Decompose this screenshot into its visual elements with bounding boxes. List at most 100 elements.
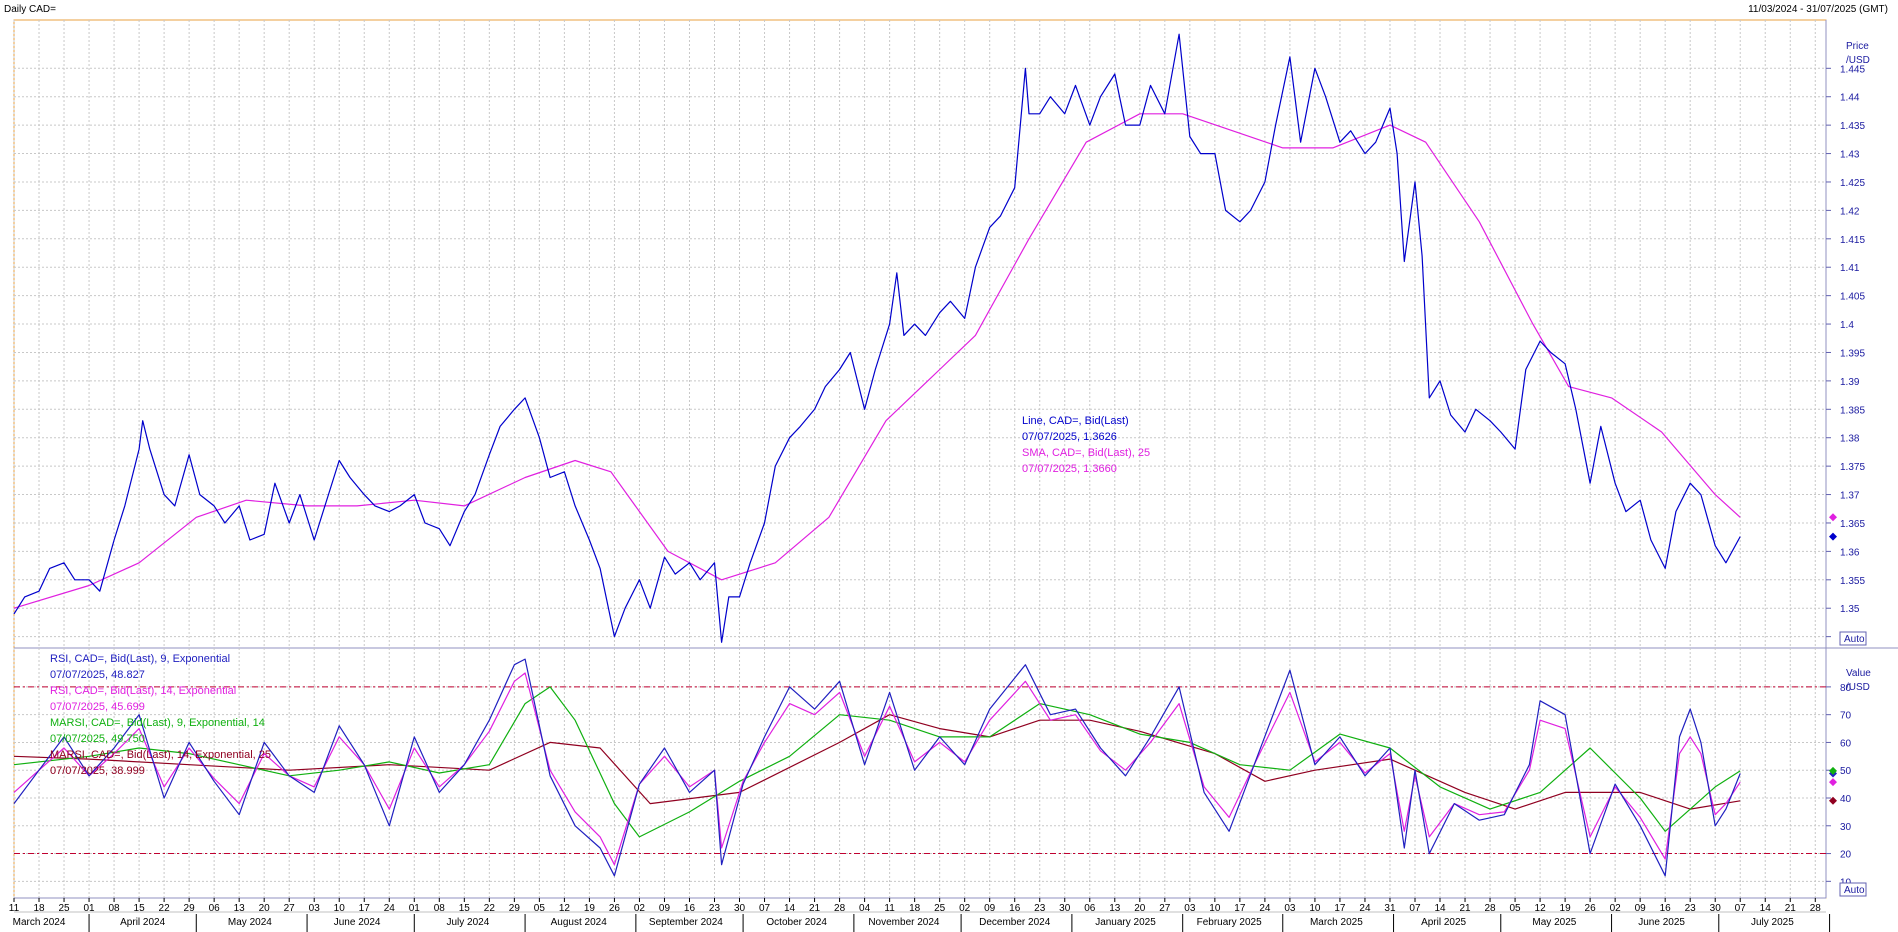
- price-tick-label: 1.38: [1840, 434, 1860, 445]
- date-tick-label: 10: [1309, 903, 1321, 914]
- date-tick-label: 25: [58, 903, 70, 914]
- date-tick-label: 18: [33, 903, 45, 914]
- sma-last-marker: [1829, 513, 1837, 522]
- month-label: December 2024: [979, 917, 1051, 928]
- rsi-legend-entry: MARSI, CAD=, Bid(Last), 14, Exponential,…: [50, 749, 271, 761]
- price-tick-label: 1.415: [1840, 235, 1865, 246]
- rsi-legend-entry: RSI, CAD=, Bid(Last), 9, Exponential: [50, 653, 230, 665]
- price-tick-label: 1.395: [1840, 348, 1865, 359]
- date-tick-label: 22: [484, 903, 496, 914]
- price-tick-label: 1.35: [1840, 604, 1860, 615]
- date-tick-label: 21: [809, 903, 821, 914]
- rsi-axis-ticks: 1020304050607080: [1826, 683, 1852, 888]
- date-axis-ticks: 11 18 25 01 08 15 22 29 06 13 20 27 03 10 17 24 01 08 15 22…: [9, 898, 1831, 932]
- price-auto-button[interactable]: Auto: [1839, 631, 1867, 646]
- date-tick-label: 03: [1184, 903, 1196, 914]
- price-tick-label: 1.39: [1840, 377, 1860, 388]
- price-axis-unit: /USD: [1846, 55, 1870, 66]
- date-tick-label: 27: [284, 903, 296, 914]
- month-label: May 2025: [1532, 917, 1576, 928]
- price-tick-label: 1.37: [1840, 491, 1860, 502]
- date-tick-label: 16: [1009, 903, 1021, 914]
- rsi-tick-label: 70: [1840, 711, 1852, 722]
- rsi-auto-button[interactable]: Auto: [1839, 882, 1867, 897]
- price-tick-label: 1.385: [1840, 405, 1865, 416]
- date-tick-label: 20: [1134, 903, 1146, 914]
- date-tick-label: 10: [334, 903, 346, 914]
- date-tick-label: 08: [434, 903, 446, 914]
- date-tick-label: 28: [1484, 903, 1496, 914]
- date-tick-label: 04: [859, 903, 871, 914]
- rsi-legend-entry: 07/07/2025, 48.827: [50, 669, 145, 681]
- price-tick-label: 1.4: [1840, 320, 1854, 331]
- month-label: August 2024: [551, 917, 608, 928]
- date-tick-label: 16: [684, 903, 696, 914]
- date-tick-label: 08: [109, 903, 121, 914]
- date-tick-label: 28: [834, 903, 846, 914]
- rsi-legend-entry: RSI, CAD=, Bid(Last), 14, Exponential: [50, 685, 236, 697]
- rsi-tick-label: 30: [1840, 822, 1852, 833]
- price-grid: [13, 20, 1826, 648]
- price-tick-label: 1.425: [1840, 178, 1865, 189]
- date-tick-label: 26: [609, 903, 621, 914]
- date-tick-label: 06: [209, 903, 221, 914]
- date-tick-label: 22: [159, 903, 171, 914]
- month-label: June 2025: [1638, 917, 1685, 928]
- date-tick-label: 02: [959, 903, 971, 914]
- date-tick-label: 30: [1710, 903, 1722, 914]
- date-tick-label: 18: [909, 903, 921, 914]
- month-label: April 2025: [1421, 917, 1466, 928]
- price-tick-label: 1.44: [1840, 93, 1860, 104]
- price-series-group: [13, 33, 1741, 643]
- price-tick-label: 1.42: [1840, 206, 1860, 217]
- month-label: January 2025: [1095, 917, 1156, 928]
- month-label: September 2024: [649, 917, 723, 928]
- month-label: July 2024: [446, 917, 489, 928]
- month-label: November 2024: [868, 917, 940, 928]
- last-value-markers: [1829, 513, 1837, 805]
- price-tick-label: 1.435: [1840, 121, 1865, 132]
- cad-price-line: [13, 33, 1741, 643]
- month-label: March 2024: [13, 917, 66, 928]
- price-legend-entry: 07/07/2025, 1.3626: [1022, 431, 1117, 443]
- rsi-9-line: [13, 658, 1741, 877]
- date-tick-label: 23: [1034, 903, 1046, 914]
- date-tick-label: 17: [1334, 903, 1346, 914]
- date-tick-label: 05: [534, 903, 546, 914]
- rsi-axis-title: Value: [1846, 668, 1871, 679]
- date-tick-label: 30: [1059, 903, 1071, 914]
- date-tick-label: 28: [1810, 903, 1822, 914]
- price-tick-label: 1.43: [1840, 150, 1860, 161]
- date-tick-label: 31: [1384, 903, 1396, 914]
- date-tick-label: 21: [1785, 903, 1797, 914]
- rsi-tick-label: 40: [1840, 794, 1852, 805]
- date-tick-label: 24: [1259, 903, 1271, 914]
- price-auto-label: Auto: [1844, 634, 1865, 645]
- date-tick-label: 23: [709, 903, 721, 914]
- month-label: July 2025: [1751, 917, 1794, 928]
- date-tick-label: 07: [759, 903, 771, 914]
- rsi-auto-label: Auto: [1844, 885, 1865, 896]
- date-tick-label: 12: [1535, 903, 1547, 914]
- date-tick-label: 24: [384, 903, 396, 914]
- rsi-legend-entry: 07/07/2025, 38.999: [50, 765, 145, 777]
- month-label: May 2024: [228, 917, 272, 928]
- month-label: February 2025: [1197, 917, 1262, 928]
- date-tick-label: 11: [9, 903, 20, 914]
- rsi-tick-label: 50: [1840, 766, 1852, 777]
- date-tick-label: 24: [1359, 903, 1371, 914]
- price-legend-entry: SMA, CAD=, Bid(Last), 25: [1022, 447, 1150, 459]
- rsi-series-group: [13, 658, 1741, 877]
- date-tick-label: 26: [1585, 903, 1597, 914]
- date-tick-label: 02: [634, 903, 646, 914]
- date-tick-label: 07: [1735, 903, 1747, 914]
- date-tick-label: 03: [309, 903, 321, 914]
- price-tick-label: 1.41: [1840, 263, 1860, 274]
- month-label: April 2024: [120, 917, 165, 928]
- chart-canvas[interactable]: 1.3451.351.3551.361.3651.371.3751.381.38…: [0, 0, 1898, 932]
- date-tick-label: 02: [1610, 903, 1622, 914]
- price-axis-ticks: 1.3451.351.3551.361.3651.371.3751.381.38…: [1826, 64, 1865, 644]
- rsi-legend-entry: 07/07/2025, 49.750: [50, 733, 145, 745]
- rsi-tick-label: 20: [1840, 850, 1852, 861]
- price-tick-label: 1.355: [1840, 576, 1865, 587]
